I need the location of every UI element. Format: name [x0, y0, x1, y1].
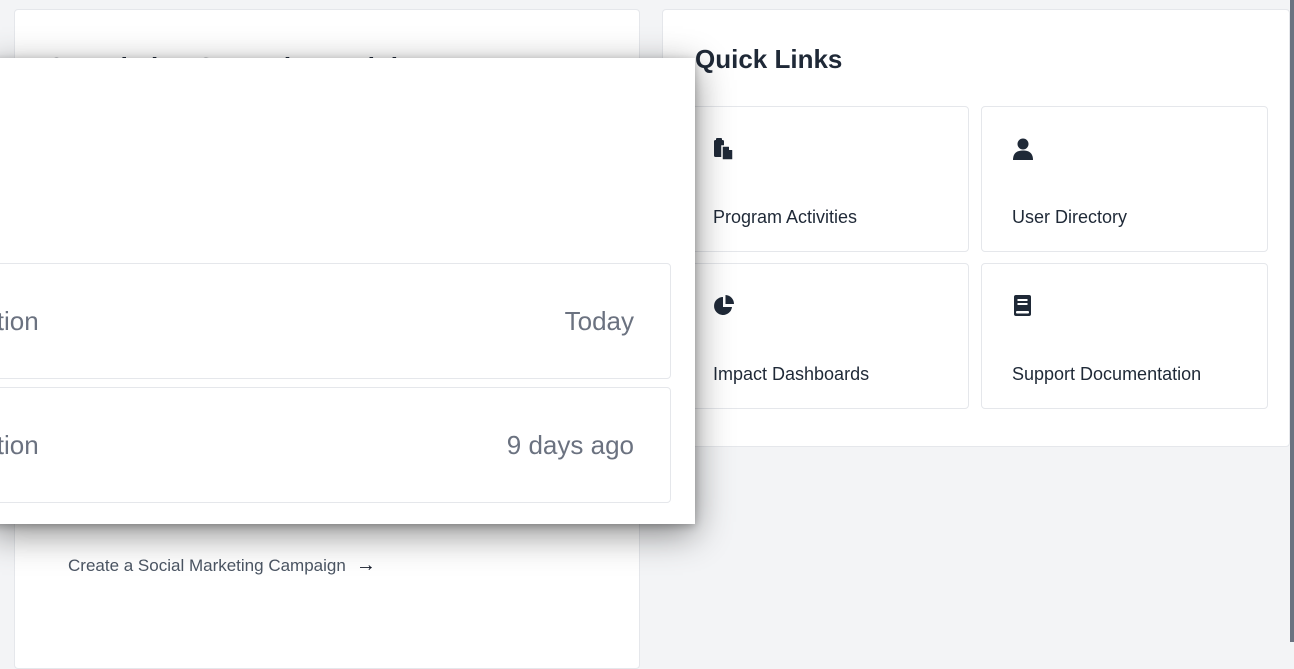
activity-timestamp: Today — [564, 306, 634, 336]
quick-link-label: User Directory — [1012, 207, 1128, 227]
activity-timestamp: 9 days ago — [506, 430, 634, 460]
activity-row[interactable]: ition Today — [0, 263, 671, 379]
quick-link-label: Support Documentation — [1012, 364, 1202, 384]
activity-title: ition — [0, 306, 39, 336]
activity-row[interactable]: ition 9 days ago — [0, 387, 671, 503]
create-campaign-label: Create a Social Marketing Campaign — [68, 555, 346, 575]
user-icon — [1012, 137, 1034, 161]
pie-chart-icon — [713, 294, 735, 318]
quick-link-support-documentation[interactable]: Support Documentation — [981, 263, 1268, 409]
quick-link-impact-dashboards[interactable]: Impact Dashboards — [682, 263, 969, 409]
quick-link-label: Impact Dashboards — [713, 364, 870, 384]
arrow-right-icon: → — [355, 554, 376, 576]
quick-link-user-directory[interactable]: User Directory — [981, 106, 1268, 252]
clipboard-copy-icon — [713, 137, 735, 161]
activity-title: ition — [0, 430, 39, 460]
create-campaign-link[interactable]: Create a Social Marketing Campaign → — [68, 554, 376, 577]
quick-link-program-activities[interactable]: Program Activities — [682, 106, 969, 252]
window-edge — [1290, 0, 1294, 642]
quick-link-label: Program Activities — [713, 207, 858, 227]
activity-popover: ition Today ition 9 days ago — [0, 58, 695, 524]
quick-links-title: Quick Links — [695, 44, 843, 74]
book-icon — [1012, 294, 1034, 318]
